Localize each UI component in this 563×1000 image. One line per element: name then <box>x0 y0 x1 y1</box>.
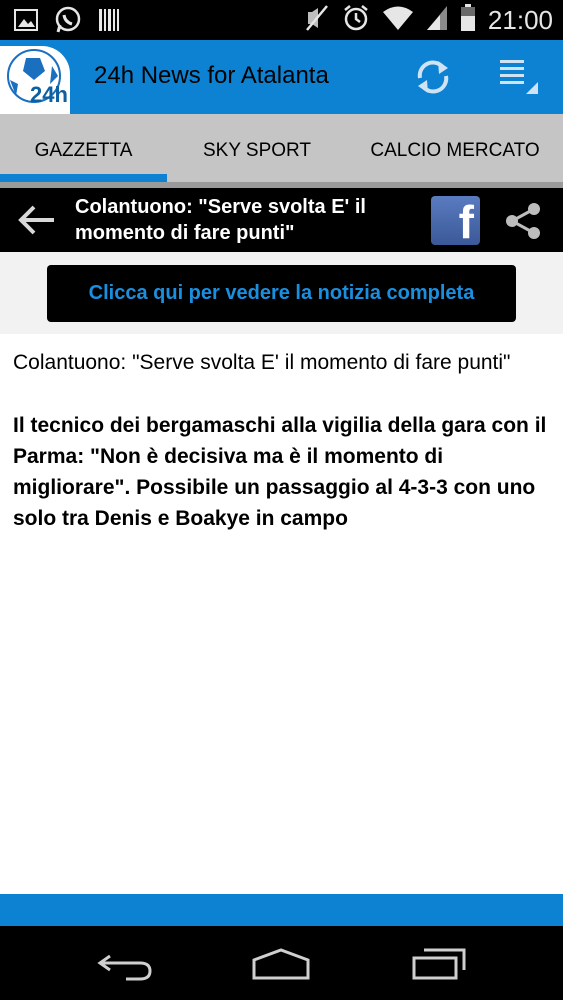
facebook-icon: f <box>458 196 474 245</box>
view-full-news-button[interactable]: Clicca qui per vedere la notizia complet… <box>47 265 516 322</box>
logo-text: 24h <box>30 82 68 107</box>
status-time: 21:00 <box>487 4 553 35</box>
menu-icon <box>500 60 538 94</box>
alarm-icon <box>342 4 370 36</box>
tab-sky-sport[interactable]: SKY SPORT <box>167 114 347 188</box>
selected-tab-indicator <box>0 174 167 182</box>
signal-icon <box>426 5 448 35</box>
refresh-icon <box>417 60 449 94</box>
barcode-icon <box>98 8 120 36</box>
article-heading: Colantuono: "Serve svolta E' il momento … <box>13 351 511 374</box>
bottom-accent-strip <box>0 894 563 926</box>
nav-back-icon <box>97 954 152 981</box>
whatsapp-icon <box>54 6 82 38</box>
app-logo[interactable]: 24h <box>0 46 70 114</box>
app-title: 24h News for Atalanta <box>94 62 329 89</box>
nav-recents-button[interactable] <box>410 946 468 982</box>
wifi-icon <box>382 5 414 35</box>
nav-recents-icon <box>412 948 466 980</box>
menu-button[interactable] <box>496 56 542 98</box>
back-button[interactable] <box>16 200 58 240</box>
article-content: Clicca qui per vedere la notizia complet… <box>0 252 563 894</box>
article-toolbar: Colantuono: "Serve svolta E' il momento … <box>0 188 563 252</box>
nav-back-button[interactable] <box>96 948 156 982</box>
battery-icon <box>460 4 476 36</box>
facebook-share-button[interactable]: f <box>431 196 480 245</box>
mute-icon <box>304 4 330 36</box>
back-arrow-icon <box>18 205 54 235</box>
system-nav-bar <box>0 926 563 1000</box>
status-bar: 21:00 <box>0 0 563 40</box>
gallery-icon <box>14 9 38 35</box>
nav-home-icon <box>252 948 310 980</box>
cta-area: Clicca qui per vedere la notizia complet… <box>0 252 563 334</box>
share-button[interactable] <box>502 200 544 242</box>
tab-calcio-mercato[interactable]: CALCIO MERCATO <box>347 114 563 188</box>
article-toolbar-title: Colantuono: "Serve svolta E' il momento … <box>75 196 366 244</box>
share-icon <box>506 203 540 239</box>
app-bar: 24h 24h News for Atalanta <box>0 40 563 114</box>
nav-home-button[interactable] <box>250 946 312 982</box>
refresh-button[interactable] <box>412 56 454 98</box>
article-summary: Il tecnico dei bergamaschi alla vigilia … <box>13 414 547 530</box>
